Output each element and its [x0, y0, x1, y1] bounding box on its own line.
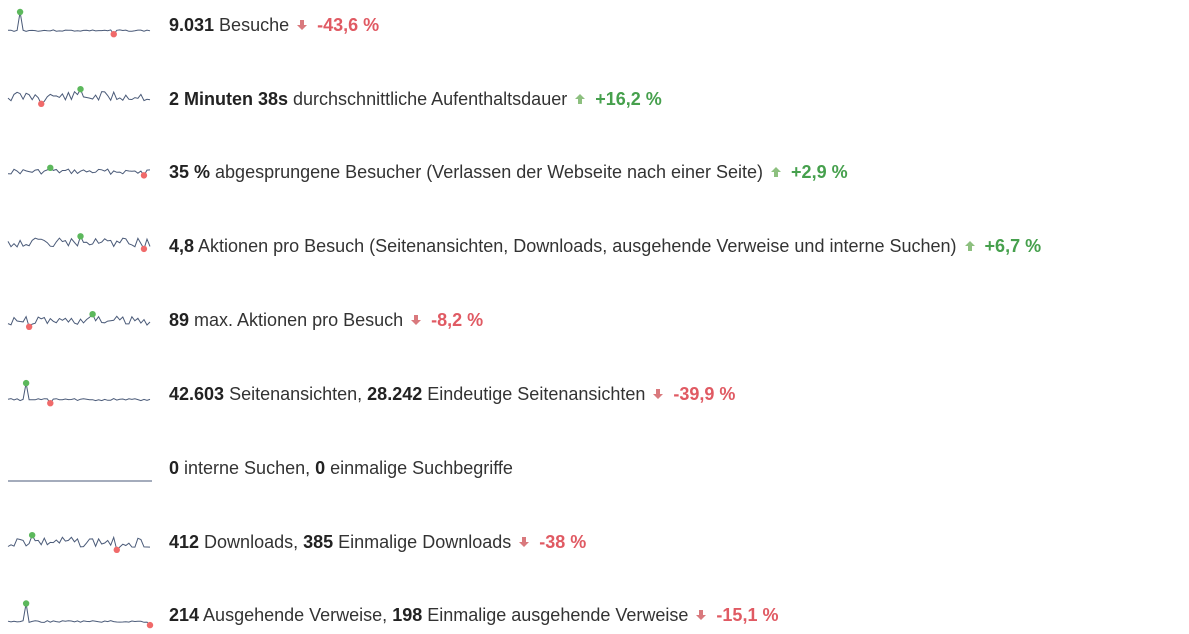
- metric-value: 89: [169, 309, 190, 330]
- sparkline-max-marker: [16, 8, 24, 16]
- arrow-up-icon: [964, 241, 975, 251]
- metric-change: +2,9 %: [791, 161, 848, 182]
- metric-value: 35 %: [169, 161, 211, 182]
- metric-value: 214: [169, 604, 200, 625]
- arrow-down-icon: [411, 315, 422, 325]
- metric-label: abgesprungene Besucher (Verlassen der We…: [210, 161, 764, 182]
- metric-label-secondary: Eindeutige Seitenansichten: [422, 383, 646, 404]
- arrow-up-icon: [771, 167, 782, 177]
- sparkline-path: [7, 11, 151, 36]
- metric-label: max. Aktionen pro Besuch: [189, 309, 404, 330]
- metric-value: 4,8: [169, 235, 195, 256]
- metric-label-secondary: Einmalige ausgehende Verweise: [422, 604, 689, 625]
- sparkline-actions-icon[interactable]: [6, 228, 156, 264]
- sparkline-min-marker: [47, 400, 54, 407]
- sparkline-outlinks-icon[interactable]: [6, 597, 156, 633]
- metric-label: interne Suchen,: [179, 457, 316, 478]
- arrow-down-icon: [519, 537, 530, 547]
- sparkline-max-marker: [89, 311, 96, 318]
- metric-label: Besuche: [214, 14, 290, 35]
- metric-label-secondary: Einmalige Downloads: [333, 531, 512, 552]
- arrow-down-icon: [297, 20, 308, 30]
- metric-change: -43,6 %: [317, 14, 380, 35]
- metric-label: Aktionen pro Besuch (Seitenansichten, Do…: [194, 235, 957, 256]
- metric-value: 412: [169, 531, 200, 552]
- metric-label-secondary: einmalige Suchbegriffe: [325, 457, 513, 478]
- arrow-up-icon: [575, 94, 586, 104]
- sparkline-path: [7, 383, 151, 405]
- metric-label: Seitenansichten,: [224, 383, 368, 404]
- sparkline-min-marker: [113, 546, 120, 554]
- metric-text: 9.031 Besuche -43,6 %: [169, 7, 379, 43]
- metric-value: 42.603: [169, 383, 225, 404]
- sparkline-max-marker: [47, 164, 54, 172]
- sparkline-pageviews-icon[interactable]: [6, 376, 156, 412]
- metric-value: 9.031: [169, 14, 215, 35]
- metric-change: -8,2 %: [431, 309, 484, 330]
- sparkline-min-marker: [146, 621, 154, 629]
- metric-text: 2 Minuten 38s durchschnittliche Aufentha…: [169, 81, 662, 117]
- sparkline-path: [7, 603, 151, 626]
- sparkline-max-marker: [28, 531, 36, 539]
- sparkline-max-marker: [77, 85, 84, 93]
- metric-change: +16,2 %: [595, 88, 662, 109]
- sparkline-min-marker: [140, 245, 148, 253]
- arrow-down-icon: [696, 610, 707, 620]
- sparkline-max-marker: [77, 233, 84, 240]
- metric-value-secondary: 28.242: [367, 383, 423, 404]
- sparkline-path: [7, 167, 151, 177]
- metric-text: 42.603 Seitenansichten, 28.242 Eindeutig…: [169, 376, 735, 412]
- metric-text: 214 Ausgehende Verweise, 198 Einmalige a…: [169, 597, 778, 633]
- sparkline-path: [7, 533, 151, 551]
- sparkline-bounce-icon[interactable]: [6, 154, 156, 190]
- metric-value: 0: [169, 457, 180, 478]
- sparkline-min-marker: [140, 172, 148, 179]
- sparkline-max-marker: [22, 600, 30, 607]
- metric-change: -38 %: [539, 531, 587, 552]
- metric-text: 35 % abgesprungene Besucher (Verlassen d…: [169, 154, 848, 190]
- metric-value: 2 Minuten 38s: [169, 88, 289, 109]
- sparkline-min-marker: [38, 100, 45, 108]
- sparkline-avg-time-icon[interactable]: [6, 81, 156, 117]
- metric-label: Downloads,: [199, 531, 304, 552]
- metric-text: 0 interne Suchen, 0 einmalige Suchbegrif…: [169, 450, 513, 486]
- sparkline-max-actions-icon[interactable]: [6, 302, 156, 338]
- sparkline-searches-icon[interactable]: [6, 450, 156, 486]
- sparkline-downloads-icon[interactable]: [6, 524, 156, 560]
- metric-text: 89 max. Aktionen pro Besuch -8,2 %: [169, 302, 483, 338]
- metric-label: durchschnittliche Aufenthaltsdauer: [288, 88, 568, 109]
- sparkline-visits-icon[interactable]: [6, 7, 156, 43]
- metric-change: -15,1 %: [716, 604, 779, 625]
- sparkline-min-marker: [25, 323, 33, 330]
- metric-value-secondary: 0: [315, 457, 326, 478]
- metric-text: 412 Downloads, 385 Einmalige Downloads -3…: [169, 524, 586, 560]
- metric-text: 4,8 Aktionen pro Besuch (Seitenansichten…: [169, 228, 1041, 264]
- metric-change: -39,9 %: [673, 383, 736, 404]
- metric-label: Ausgehende Verweise,: [199, 604, 393, 625]
- arrow-down-icon: [653, 389, 664, 399]
- metric-value-secondary: 385: [303, 531, 334, 552]
- sparkline-max-marker: [22, 379, 30, 387]
- sparkline-min-marker: [110, 31, 117, 38]
- metric-value-secondary: 198: [392, 604, 423, 625]
- metric-change: +6,7 %: [984, 235, 1042, 256]
